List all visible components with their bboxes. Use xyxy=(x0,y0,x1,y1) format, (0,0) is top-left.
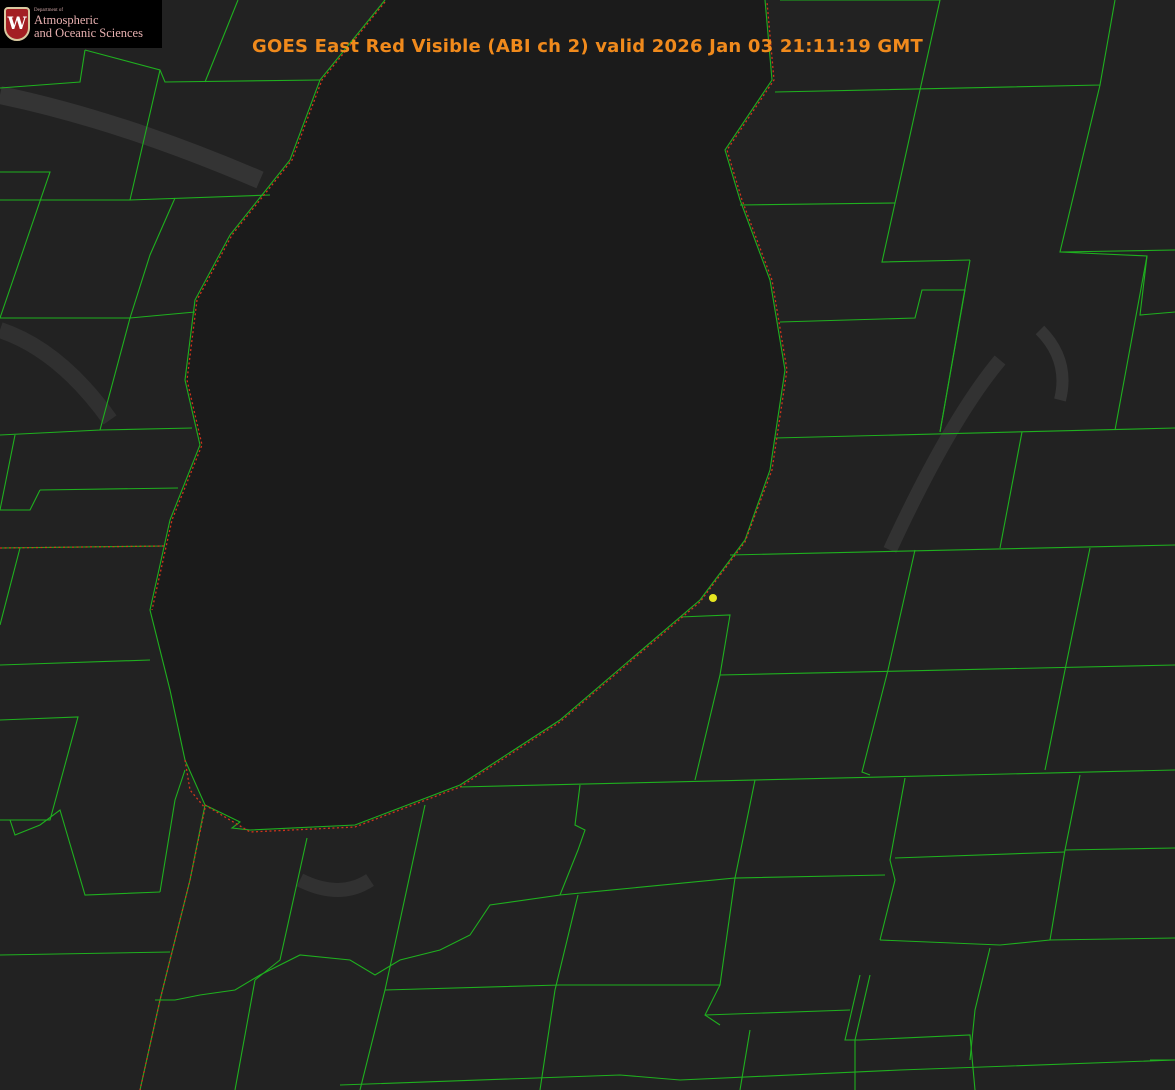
satellite-map xyxy=(0,0,1175,1090)
satellite-image-viewer: W Department of Atmospheric and Oceanic … xyxy=(0,0,1175,1090)
station-marker[interactable] xyxy=(709,594,717,602)
image-title: GOES East Red Visible (ABI ch 2) valid 2… xyxy=(251,36,923,57)
